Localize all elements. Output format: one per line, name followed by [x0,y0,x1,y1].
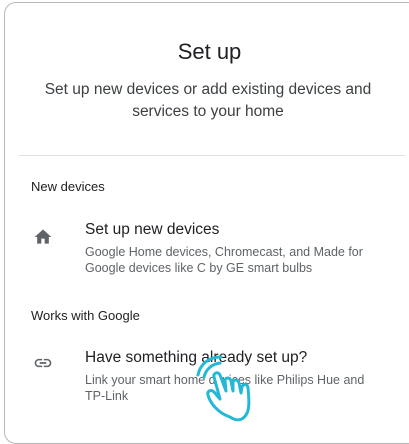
home-icon [34,229,52,244]
header-divider [19,155,405,156]
link-icon [34,358,52,368]
section-label-works-with-google: Works with Google [31,308,140,323]
page-subtitle: Set up new devices or add existing devic… [44,81,372,120]
set-up-new-devices-description: Google Home devices, Chromecast, and Mad… [85,245,363,275]
set-up-new-devices-item[interactable]: Set up new devices Google Home devices, … [5,221,409,281]
section-label-new-devices: New devices [31,179,105,194]
page-title: Set up [177,39,242,64]
set-up-new-devices-title: Set up new devices [85,221,220,238]
pointer-hand-icon [196,355,251,422]
